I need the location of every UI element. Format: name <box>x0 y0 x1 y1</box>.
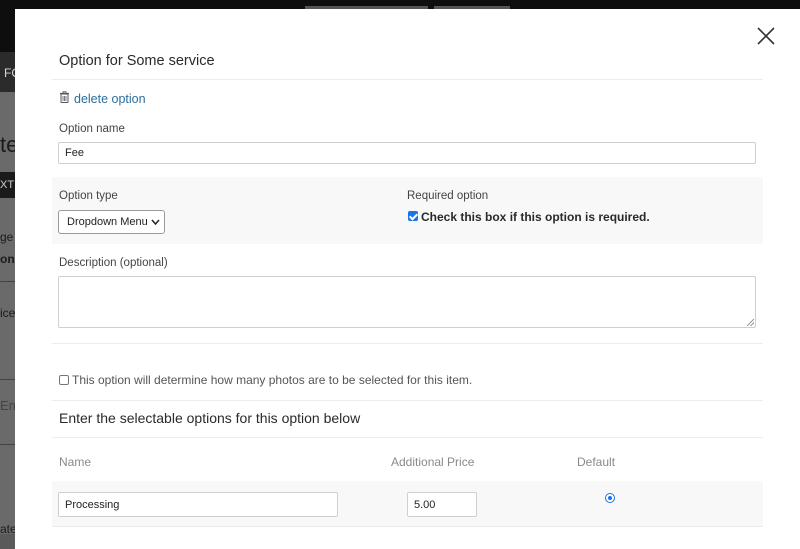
divider <box>52 343 763 344</box>
option-type-select[interactable]: Dropdown Menu <box>58 210 165 234</box>
photos-option-label: This option will determine how many phot… <box>72 373 473 387</box>
selectable-options-title: Enter the selectable options for this op… <box>59 410 361 426</box>
divider <box>52 400 763 401</box>
option-modal: Option for Some service delete option Op… <box>15 9 800 549</box>
background-fragment: on <box>0 252 15 266</box>
option-type-label: Option type <box>59 190 118 202</box>
column-header-name: Name <box>59 455 92 469</box>
description-textarea[interactable] <box>58 276 756 328</box>
divider <box>52 437 763 438</box>
trash-icon <box>59 91 70 106</box>
background-dark-button-label: XT <box>0 179 15 191</box>
description-label: Description (optional) <box>59 257 168 269</box>
delete-option-label: delete option <box>74 91 146 106</box>
column-header-price: Additional Price <box>391 455 475 469</box>
option-type-selected: Dropdown Menu <box>67 216 148 228</box>
option-row-price-input[interactable] <box>407 492 477 517</box>
option-row-default-radio[interactable] <box>605 493 615 503</box>
option-row-name-input[interactable] <box>58 492 338 517</box>
required-checkbox[interactable] <box>408 211 418 221</box>
required-checkbox-label: Check this box if this option is require… <box>421 210 650 224</box>
option-name-label: Option name <box>59 123 125 135</box>
background-fragment: ice <box>0 306 16 320</box>
column-header-default: Default <box>577 455 616 469</box>
chevron-down-icon <box>151 211 160 242</box>
divider <box>52 79 763 80</box>
photos-option-checkbox[interactable] <box>59 375 69 385</box>
delete-option-link[interactable]: delete option <box>59 91 146 106</box>
divider <box>52 526 763 527</box>
close-icon[interactable] <box>754 24 778 48</box>
resize-grip-icon[interactable] <box>747 319 754 326</box>
required-option-label: Required option <box>407 190 489 202</box>
background-fragment: ge <box>0 230 14 244</box>
background-fragment: En <box>0 398 16 413</box>
modal-title: Option for Some service <box>59 53 215 69</box>
option-name-input[interactable] <box>58 142 756 164</box>
